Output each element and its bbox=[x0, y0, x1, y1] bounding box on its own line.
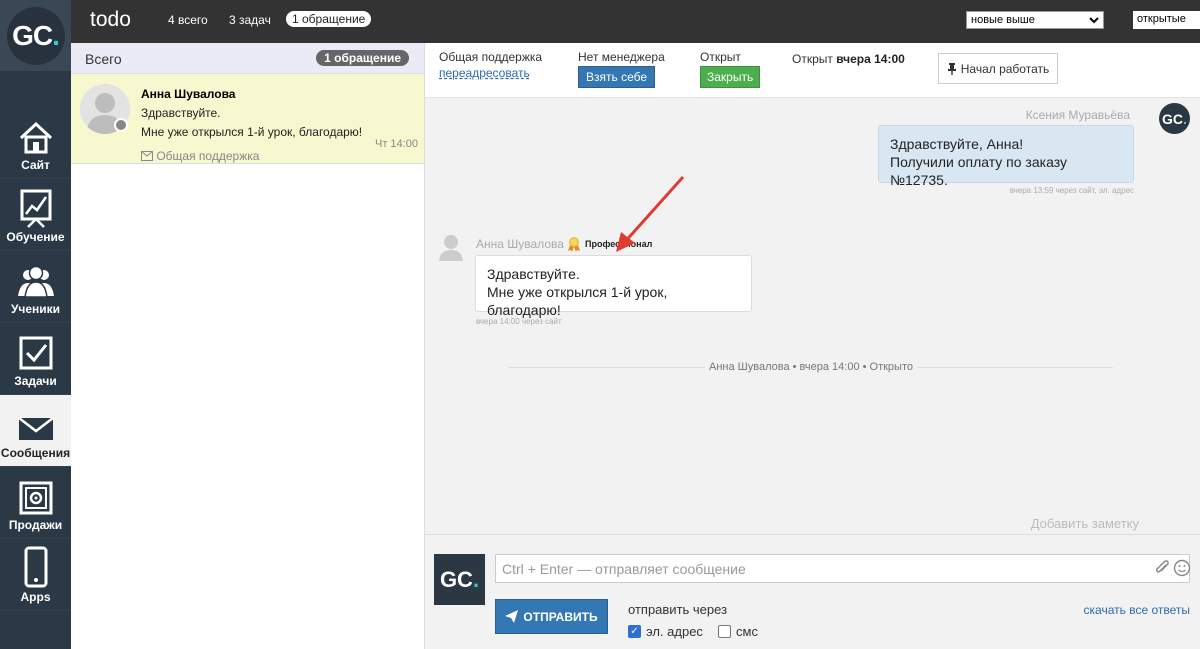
take-button[interactable]: Взять себе bbox=[578, 66, 656, 88]
client-message: Здравствуйте. Мне уже открылся 1-й урок,… bbox=[475, 255, 752, 318]
department-label: Общая поддержка bbox=[439, 50, 543, 64]
nav-item-apps[interactable]: Apps bbox=[0, 539, 71, 611]
conversation-source: Общая поддержка bbox=[141, 149, 259, 163]
redirect-link[interactable]: переадресовать bbox=[439, 66, 530, 80]
operator-message-line2: Получили оплату по заказу №12735. bbox=[890, 154, 1067, 188]
conversation-name: Анна Шувалова bbox=[141, 87, 236, 101]
start-work-label: Начал работать bbox=[960, 61, 1050, 76]
operator-avatar-dot: . bbox=[1183, 110, 1187, 127]
send-button[interactable]: ОТПРАВИТЬ bbox=[495, 599, 608, 634]
nav-label-messages: Сообщения bbox=[0, 446, 71, 460]
composer-avatar-dot: . bbox=[472, 566, 480, 592]
conversation-preview-line1: Здравствуйте. bbox=[141, 106, 221, 120]
left-nav: GC. Сайт Обучение Ученики Задачи Сообщен… bbox=[0, 0, 71, 649]
status-dot bbox=[114, 118, 128, 132]
client-message-line1: Здравствуйте. bbox=[487, 266, 580, 282]
nav-item-students[interactable]: Ученики bbox=[0, 251, 71, 323]
nav-item-messages[interactable]: Сообщения bbox=[0, 395, 71, 467]
annotation-arrow bbox=[616, 175, 685, 252]
emoji-icon[interactable] bbox=[1173, 559, 1191, 577]
people-icon bbox=[17, 265, 54, 298]
logo-text: GC bbox=[12, 19, 53, 51]
checkbox-empty-icon bbox=[718, 625, 731, 638]
client-avatar bbox=[439, 235, 463, 261]
sms-checkbox-label: смс bbox=[736, 624, 758, 639]
client-message-meta: вчера 14:00 через сайт bbox=[476, 317, 562, 326]
operator-message: Здравствуйте, Анна! Получили оплату по з… bbox=[878, 125, 1134, 188]
operator-message-line1: Здравствуйте, Анна! bbox=[890, 136, 1024, 152]
client-message-line2: Мне уже открылся 1-й урок, благодарю! bbox=[487, 284, 668, 318]
nav-label-students: Ученики bbox=[10, 302, 61, 316]
start-work-button[interactable]: Начал работать bbox=[938, 53, 1058, 84]
chevron-down-icon bbox=[1089, 17, 1099, 24]
checkbox-icon bbox=[19, 336, 52, 370]
envelope-icon bbox=[17, 417, 54, 440]
composer-avatar: GC. bbox=[434, 554, 485, 605]
conversation-preview-line2: Мне уже открылся 1-й урок, благодарю! bbox=[141, 125, 363, 139]
opened-time-value: вчера 14:00 bbox=[836, 52, 905, 66]
top-bar: todo 4 всего 3 задач 1 обращение новые в… bbox=[71, 0, 1200, 43]
list-count-badge: 1 обращение bbox=[316, 50, 409, 66]
logo-dot: . bbox=[52, 19, 60, 51]
client-name: Анна Шувалова bbox=[476, 237, 564, 251]
page-title: todo bbox=[90, 8, 131, 31]
paperclip-icon[interactable] bbox=[1154, 559, 1170, 577]
chart-board-icon bbox=[20, 189, 51, 228]
filter-requests-badge[interactable]: 1 обращение bbox=[286, 11, 372, 27]
send-label: ОТПРАВИТЬ bbox=[523, 609, 598, 624]
phone-icon bbox=[24, 546, 47, 588]
conversation-time: Чт 14:00 bbox=[375, 138, 418, 150]
opened-prefix: Открыт bbox=[792, 52, 833, 66]
nav-label-site: Сайт bbox=[21, 158, 50, 172]
nav-label-apps: Apps bbox=[20, 590, 51, 604]
composer-avatar-text: GC bbox=[439, 566, 473, 592]
send-via-label: отправить через bbox=[628, 602, 728, 617]
status-label: Открыт bbox=[700, 50, 741, 64]
manager-label: Нет менеджера bbox=[578, 50, 665, 64]
conversation-source-label: Общая поддержка bbox=[156, 149, 260, 163]
sort-select-value: новые выше bbox=[971, 14, 1035, 26]
sms-checkbox[interactable]: смс bbox=[718, 624, 758, 639]
add-note-link[interactable]: Добавить заметку bbox=[1031, 516, 1139, 531]
nav-item-site[interactable]: Сайт bbox=[0, 107, 71, 179]
status-divider-text: Анна Шувалова • вчера 14:00 • Открыто bbox=[705, 361, 917, 373]
filter-tasks-link[interactable]: 3 задач bbox=[229, 13, 271, 27]
status-filter-select[interactable]: открытые bbox=[1133, 11, 1200, 29]
nav-item-tasks[interactable]: Задачи bbox=[0, 323, 71, 395]
medal-icon bbox=[568, 237, 580, 252]
operator-avatar: GC. bbox=[1159, 103, 1190, 134]
sort-select[interactable]: новые выше bbox=[966, 11, 1104, 29]
nav-item-learning[interactable]: Обучение bbox=[0, 179, 71, 251]
nav-label-sales: Продажи bbox=[8, 518, 63, 532]
list-header: Всего 1 обращение bbox=[71, 43, 424, 74]
paper-plane-icon bbox=[505, 610, 519, 623]
list-header-title: Всего bbox=[85, 51, 122, 67]
conversation-header: Общая поддержка переадресовать Нет менед… bbox=[425, 43, 1200, 98]
email-checkbox-label: эл. адрес bbox=[646, 624, 703, 639]
house-icon bbox=[19, 121, 52, 154]
safe-icon bbox=[19, 481, 52, 515]
composer: GC. Ctrl + Enter — отправляет сообщение … bbox=[425, 534, 1200, 649]
nav-label-learning: Обучение bbox=[6, 230, 65, 244]
chat-area: Ксения Муравьёва GC. Здравствуйте, Анна!… bbox=[425, 98, 1200, 534]
checkmark-icon: ✓ bbox=[628, 625, 641, 638]
operator-message-meta: вчера 13:59 через сайт, эл. адрес bbox=[1009, 186, 1134, 195]
filter-total-link[interactable]: 4 всего bbox=[168, 13, 208, 27]
list-item[interactable]: Анна Шувалова Здравствуйте. Мне уже откр… bbox=[71, 74, 424, 164]
download-answers-link[interactable]: скачать все ответы bbox=[1084, 603, 1190, 617]
envelope-small-icon bbox=[141, 151, 153, 161]
message-input[interactable]: Ctrl + Enter — отправляет сообщение bbox=[495, 554, 1190, 583]
pin-icon bbox=[947, 62, 956, 75]
conversation-list: Всего 1 обращение Анна Шувалова Здравств… bbox=[71, 43, 425, 649]
email-checkbox[interactable]: ✓ эл. адрес bbox=[628, 624, 703, 639]
opened-time: Открыт вчера 14:00 bbox=[792, 52, 905, 66]
close-button[interactable]: Закрыть bbox=[700, 66, 761, 88]
logo[interactable]: GC. bbox=[0, 0, 71, 71]
nav-item-sales[interactable]: Продажи bbox=[0, 467, 71, 539]
nav-label-tasks: Задачи bbox=[14, 374, 57, 388]
operator-avatar-text: GC bbox=[1162, 110, 1184, 127]
operator-name: Ксения Муравьёва bbox=[1025, 108, 1130, 122]
